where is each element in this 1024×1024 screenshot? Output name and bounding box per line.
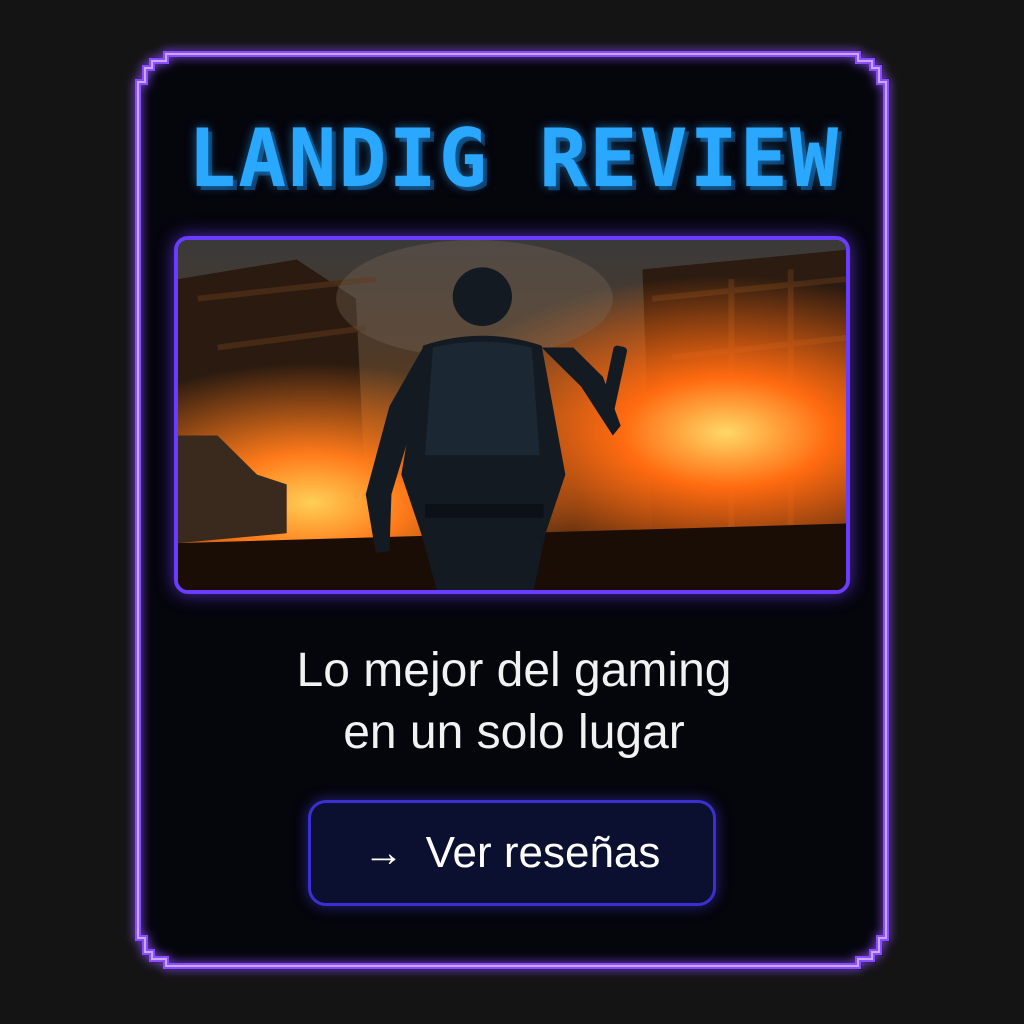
page-title: LANDIG REVIEW [187, 112, 841, 205]
landing-screen: LANDIG REVIEW Lo mejor del gaming en un … [0, 0, 1024, 1024]
arrow-right-icon: → [363, 831, 404, 875]
tagline-line-1: Lo mejor del gaming [296, 644, 732, 697]
hero-image [174, 236, 850, 594]
tagline: Lo mejor del gaming en un solo lugar [138, 640, 890, 764]
tagline-line-2: en un solo lugar [343, 706, 685, 759]
view-reviews-button[interactable]: → Ver reseñas [308, 800, 716, 906]
soldier-in-burning-ruins-image [178, 240, 846, 590]
view-reviews-label: Ver reseñas [425, 828, 661, 877]
